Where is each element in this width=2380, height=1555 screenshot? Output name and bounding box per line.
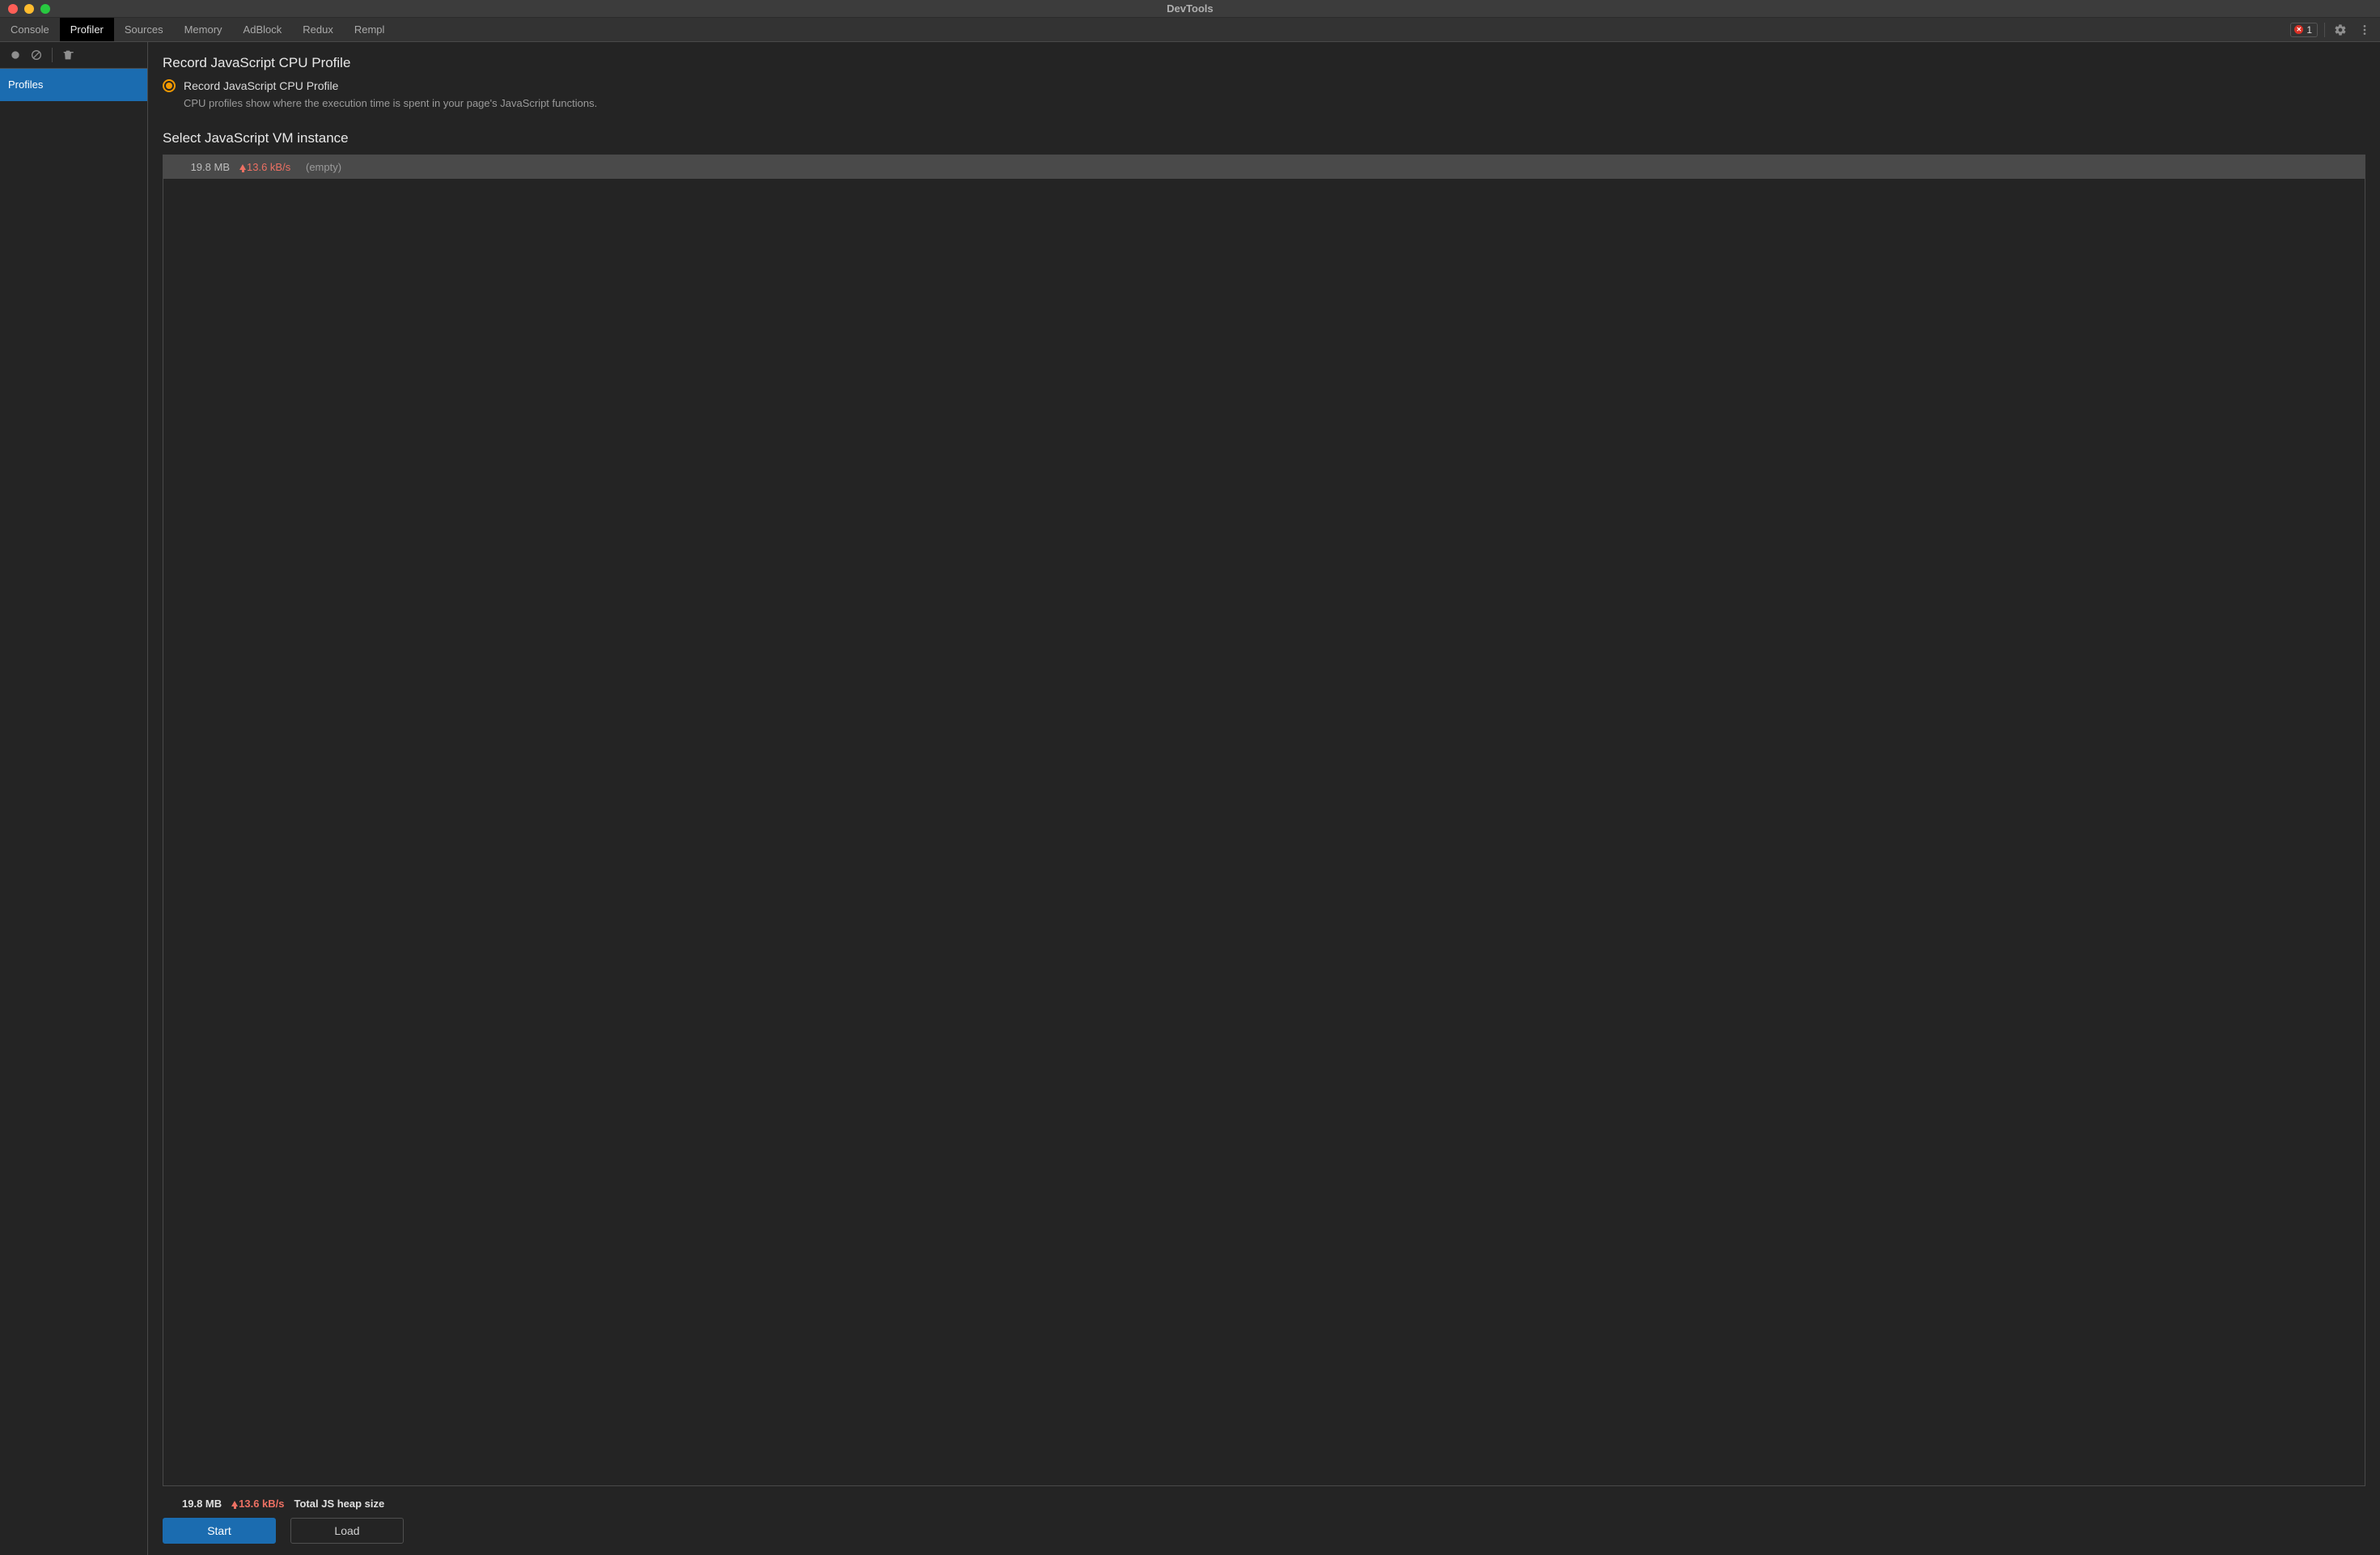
vm-heap-rate: 13.6 kB/s [239, 161, 296, 173]
tab-rempl[interactable]: Rempl [344, 18, 396, 41]
vm-instance-name: (empty) [306, 161, 341, 173]
start-button[interactable]: Start [163, 1518, 276, 1544]
error-count-badge[interactable]: ✕ 1 [2290, 23, 2318, 37]
select-vm-heading: Select JavaScript VM instance [163, 130, 2365, 146]
radio-icon [163, 79, 176, 92]
record-button[interactable] [6, 46, 24, 64]
divider [52, 48, 53, 62]
button-label: Load [334, 1524, 359, 1537]
tab-memory[interactable]: Memory [174, 18, 233, 41]
workspace: Profiles Record JavaScript CPU Profile R… [0, 42, 2380, 1555]
vm-instance-row[interactable]: 19.8 MB 13.6 kB/s (empty) [163, 155, 2365, 179]
tab-profiler[interactable]: Profiler [60, 18, 114, 41]
titlebar: DevTools [0, 0, 2380, 18]
settings-button[interactable] [2331, 21, 2349, 39]
tab-label: AdBlock [244, 23, 282, 36]
footer-heap-rate: 13.6 kB/s [231, 1498, 284, 1510]
sidebar-toolbar [0, 42, 147, 69]
delete-button[interactable] [59, 46, 77, 64]
window-maximize-button[interactable] [40, 4, 50, 14]
vm-heap-rate-value: 13.6 kB/s [247, 161, 290, 173]
main-pane: Record JavaScript CPU Profile Record Jav… [148, 42, 2380, 1555]
radio-label: Record JavaScript CPU Profile [184, 79, 338, 92]
tabstrip-actions: ✕ 1 [2290, 18, 2380, 41]
footer-heap-size: 19.8 MB [182, 1498, 222, 1510]
window-controls [0, 4, 50, 14]
tab-label: Sources [125, 23, 163, 36]
error-icon: ✕ [2294, 25, 2303, 34]
ban-icon [30, 49, 43, 61]
clear-button[interactable] [28, 46, 45, 64]
tab-label: Profiler [70, 23, 104, 36]
more-button[interactable] [2356, 21, 2374, 39]
tabs: Console Profiler Sources Memory AdBlock … [0, 18, 395, 41]
footer-heap-rate-value: 13.6 kB/s [239, 1498, 284, 1510]
vm-instance-list: 19.8 MB 13.6 kB/s (empty) [163, 155, 2365, 1486]
divider [2324, 23, 2325, 37]
footer-buttons: Start Load [163, 1518, 2365, 1544]
window-close-button[interactable] [8, 4, 18, 14]
window-minimize-button[interactable] [24, 4, 34, 14]
sidebar: Profiles [0, 42, 148, 1555]
tab-adblock[interactable]: AdBlock [233, 18, 293, 41]
footer-heap-label: Total JS heap size [294, 1498, 385, 1510]
tab-label: Redux [303, 23, 333, 36]
arrow-up-icon [231, 1501, 238, 1506]
load-button[interactable]: Load [290, 1518, 404, 1544]
tab-label: Memory [184, 23, 222, 36]
tabstrip: Console Profiler Sources Memory AdBlock … [0, 18, 2380, 42]
record-icon [9, 49, 22, 61]
error-count: 1 [2306, 24, 2312, 36]
tab-console[interactable]: Console [0, 18, 60, 41]
gear-icon [2334, 23, 2347, 36]
tab-label: Console [11, 23, 49, 36]
kebab-icon [2358, 23, 2371, 36]
tab-sources[interactable]: Sources [114, 18, 174, 41]
sidebar-item-profiles[interactable]: Profiles [0, 69, 147, 101]
footer-stats: 19.8 MB 13.6 kB/s Total JS heap size [163, 1486, 2365, 1518]
button-label: Start [207, 1524, 231, 1537]
sidebar-item-label: Profiles [8, 78, 43, 91]
record-cpu-profile-radio[interactable]: Record JavaScript CPU Profile [163, 79, 2365, 92]
vm-heap-size: 19.8 MB [183, 161, 230, 173]
arrow-up-icon [239, 164, 246, 170]
tab-redux[interactable]: Redux [292, 18, 344, 41]
trash-icon [61, 49, 74, 61]
record-profile-heading: Record JavaScript CPU Profile [163, 55, 2365, 71]
tab-label: Rempl [354, 23, 385, 36]
radio-description: CPU profiles show where the execution ti… [184, 97, 2365, 109]
window-title: DevTools [1167, 2, 1213, 15]
